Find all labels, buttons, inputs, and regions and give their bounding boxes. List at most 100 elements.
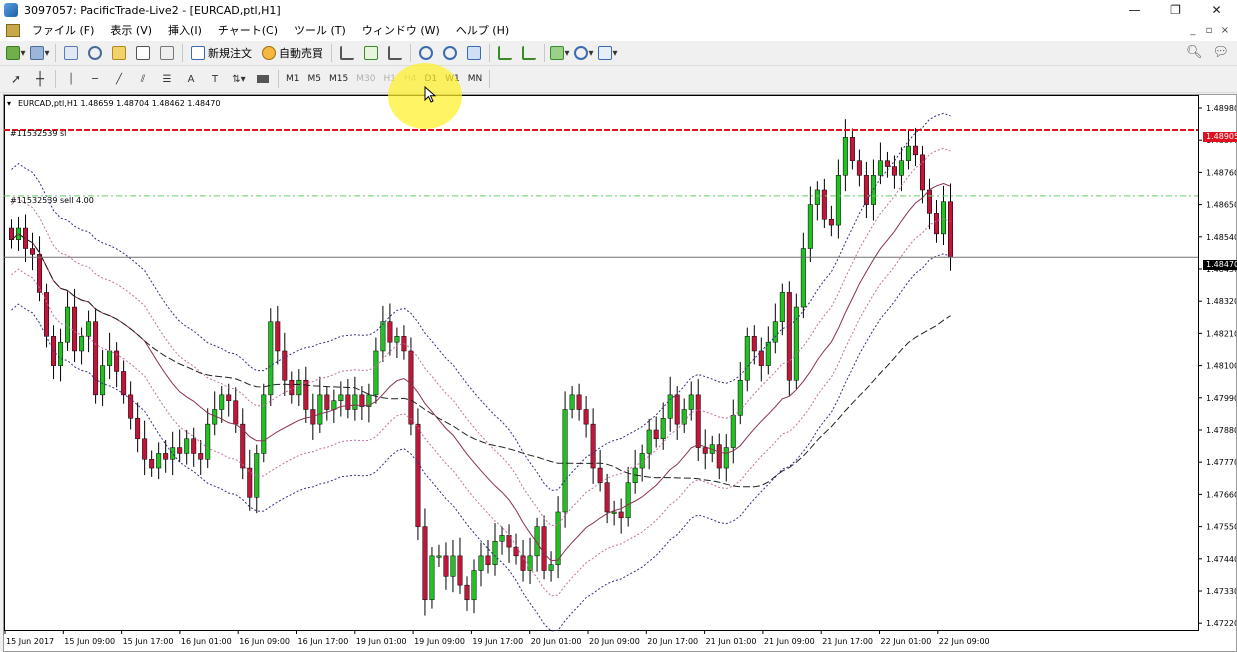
arrows-icon: ⇅▾ xyxy=(232,73,246,85)
zoom-in-button[interactable] xyxy=(416,43,436,63)
current-price-tag: 1.48470 xyxy=(1203,260,1237,270)
drawing-toolbar: ➚ ┼ │ ─ ╱ ⫽ ☰ A T ⇅▾ M1 M5 M15 M30 H1 H4… xyxy=(0,66,1237,93)
candle-body xyxy=(324,394,330,410)
price-chart[interactable]: 1.489801.488701.487601.486501.485401.484… xyxy=(4,95,1236,651)
mouse-pointer-icon xyxy=(424,86,436,103)
y-tick-label: 1.47220 xyxy=(1206,619,1236,628)
candle-body xyxy=(576,394,582,410)
candle-body xyxy=(940,201,946,235)
chart-window[interactable]: 1.489801.488701.487601.486501.485401.484… xyxy=(3,94,1237,652)
candle-body xyxy=(352,394,358,410)
strategy-tester-button[interactable] xyxy=(157,43,177,63)
toolbar-separator xyxy=(55,70,56,88)
profiles-button[interactable]: ▾ xyxy=(30,43,50,63)
terminal-button[interactable] xyxy=(133,43,153,63)
indicators-button[interactable]: ▾ xyxy=(550,43,570,63)
candle-body xyxy=(282,350,288,381)
chat-icon[interactable]: 💬︎ xyxy=(1212,45,1229,60)
candle-body xyxy=(779,292,785,322)
candle-body xyxy=(359,394,365,407)
bar-chart-button[interactable] xyxy=(337,43,357,63)
menu-help[interactable]: ヘルプ (H) xyxy=(448,20,517,41)
candle-body xyxy=(807,204,813,249)
candlestick-icon xyxy=(364,46,378,60)
candle-body xyxy=(177,447,183,454)
tile-windows-button[interactable] xyxy=(464,43,484,63)
candlestick-button[interactable] xyxy=(361,43,381,63)
vertical-line-button[interactable]: │ xyxy=(61,69,81,89)
auto-scroll-button[interactable] xyxy=(495,43,515,63)
stop-loss-label: #11532539 sl xyxy=(10,129,67,138)
maximize-button[interactable]: ❐ xyxy=(1155,0,1196,20)
toolbar-separator xyxy=(55,44,56,62)
zoom-out-button[interactable] xyxy=(440,43,460,63)
mdi-minimize-button[interactable]: _ xyxy=(1185,25,1201,36)
minimize-button[interactable]: — xyxy=(1114,0,1155,20)
shapes-button[interactable] xyxy=(253,69,273,89)
menu-view[interactable]: 表示 (V) xyxy=(102,20,160,41)
menu-file[interactable]: ファイル (F) xyxy=(24,20,102,41)
toolbar-separator xyxy=(410,44,411,62)
candle-body xyxy=(436,555,442,558)
search-icon[interactable]: 🔍︎ xyxy=(1186,45,1203,60)
candle-body xyxy=(100,365,106,396)
toolbar-separator xyxy=(489,44,490,62)
data-window-button[interactable] xyxy=(85,43,105,63)
menu-insert[interactable]: 挿入(I) xyxy=(160,20,210,41)
horizontal-line-button[interactable]: ─ xyxy=(85,69,105,89)
star-folder-icon xyxy=(112,46,126,60)
y-tick-label: 1.48210 xyxy=(1206,329,1236,338)
candle-body xyxy=(821,189,827,220)
timeframe-m1[interactable]: M1 xyxy=(282,69,304,89)
auto-trading-button[interactable]: 自動売買 xyxy=(259,43,326,63)
periods-button[interactable]: ▾ xyxy=(574,43,594,63)
mdi-close-button[interactable]: × xyxy=(1217,25,1233,36)
candle-body xyxy=(562,409,568,513)
arrows-button[interactable]: ⇅▾ xyxy=(229,69,249,89)
candle-body xyxy=(849,137,855,161)
line-chart-button[interactable] xyxy=(385,43,405,63)
menu-tools[interactable]: ツール (T) xyxy=(286,20,354,41)
candle-body xyxy=(772,321,778,343)
candle-body xyxy=(905,145,911,161)
candle-body xyxy=(716,444,722,469)
close-button[interactable]: ✕ xyxy=(1196,0,1237,20)
y-tick-label: 1.48650 xyxy=(1206,201,1236,210)
candle-body xyxy=(387,321,393,343)
new-order-button[interactable]: 新規注文 xyxy=(188,43,255,63)
menu-window[interactable]: ウィンドウ (W) xyxy=(354,20,448,41)
candle-body xyxy=(37,254,43,293)
fibonacci-button[interactable]: ☰ xyxy=(157,69,177,89)
crosshair-button[interactable]: ┼ xyxy=(30,69,50,89)
menu-chart[interactable]: チャート(C) xyxy=(210,20,286,41)
templates-button[interactable]: ▾ xyxy=(598,43,618,63)
candle-body xyxy=(506,535,512,548)
title-bar: 3097057: PacificTrade-Live2 - [EURCAD,pt… xyxy=(0,0,1237,20)
line-chart-icon xyxy=(388,46,402,60)
text-label-button[interactable]: T xyxy=(205,69,225,89)
candle-body xyxy=(618,511,624,519)
timeframe-m5[interactable]: M5 xyxy=(304,69,326,89)
equidistant-channel-button[interactable]: ⫽ xyxy=(133,69,153,89)
timeframe-m30[interactable]: M30 xyxy=(352,69,379,89)
chart-shift-button[interactable] xyxy=(519,43,539,63)
chart-window-icon[interactable] xyxy=(6,24,20,37)
market-watch-button[interactable] xyxy=(61,43,81,63)
sell-order-label: #11532539 sell 4.00 xyxy=(10,196,94,205)
candle-body xyxy=(457,555,463,586)
candle-body xyxy=(492,540,498,565)
navigator-button[interactable] xyxy=(109,43,129,63)
candle-body xyxy=(471,570,477,601)
candle-body xyxy=(485,555,491,565)
mdi-restore-button[interactable]: ▫ xyxy=(1201,25,1217,36)
text-button[interactable]: A xyxy=(181,69,201,89)
toolbar-separator xyxy=(489,70,491,88)
cursor-button[interactable]: ➚ xyxy=(6,69,26,89)
timeframe-mn[interactable]: MN xyxy=(464,69,487,89)
candle-body xyxy=(408,350,414,425)
trendline-button[interactable]: ╱ xyxy=(109,69,129,89)
new-chart-button[interactable]: ▾ xyxy=(6,43,26,63)
indicators-icon xyxy=(550,46,565,60)
timeframe-m15[interactable]: M15 xyxy=(325,69,352,89)
x-tick-label: 21 Jun 17:00 xyxy=(822,637,873,646)
